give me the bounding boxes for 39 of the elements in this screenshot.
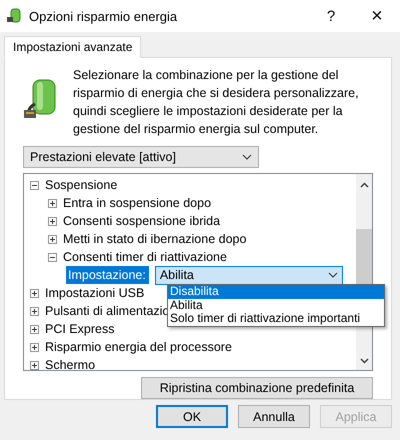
setting-dropdown[interactable]: Abilita xyxy=(154,266,343,284)
battery-plug-icon xyxy=(6,8,22,24)
tree-item[interactable]: Schermo xyxy=(45,358,96,371)
expand-icon[interactable] xyxy=(30,306,39,316)
scroll-up-icon[interactable] xyxy=(360,182,368,188)
help-button[interactable]: ? xyxy=(308,0,354,32)
tree-item[interactable]: Pulsanti di alimentazio xyxy=(45,304,170,318)
tree-item[interactable]: Consenti timer di riattivazione xyxy=(63,250,227,264)
close-button[interactable]: × xyxy=(354,0,400,32)
collapse-icon[interactable] xyxy=(30,180,39,190)
plan-dropdown[interactable]: Prestazioni elevate [attivo] xyxy=(23,146,259,168)
tree-item[interactable]: Metti in stato di ibernazione dopo xyxy=(63,232,246,246)
tab[interactable]: Impostazioni avanzate xyxy=(4,36,142,58)
tree-item[interactable]: PCI Express xyxy=(45,322,114,336)
tree-item[interactable]: Risparmio energia del processore xyxy=(45,340,232,354)
expand-icon[interactable] xyxy=(48,216,57,226)
expand-icon[interactable] xyxy=(30,324,39,334)
collapse-icon[interactable] xyxy=(48,252,57,262)
chevron-icon xyxy=(328,272,338,278)
expand-icon[interactable] xyxy=(30,288,39,298)
tree-item[interactable]: Consenti sospensione ibrida xyxy=(63,214,220,228)
expand-icon[interactable] xyxy=(48,234,57,244)
dialog-button[interactable]: OK xyxy=(156,405,228,428)
dropdown-option[interactable]: Disabilita xyxy=(168,285,384,298)
dropdown-option[interactable]: Abilita xyxy=(168,298,384,312)
tree-item[interactable]: Impostazioni USB xyxy=(45,286,144,300)
window-title: Opzioni risparmio energia xyxy=(29,8,178,24)
dropdown-option[interactable]: Solo timer di riattivazione importanti xyxy=(168,312,384,326)
restore-defaults-button[interactable]: Ripristina combinazione predefinita xyxy=(141,377,373,399)
expand-icon[interactable] xyxy=(30,342,39,352)
setting-label: Impostazione: xyxy=(66,266,149,284)
dialog-button[interactable]: Annulla xyxy=(238,405,310,428)
scroll-down-icon[interactable] xyxy=(360,358,368,364)
expand-icon[interactable] xyxy=(30,360,39,370)
tree-item[interactable]: Sospensione xyxy=(45,178,118,192)
tree-item[interactable]: Entra in sospensione dopo xyxy=(63,196,212,210)
chevron-icon xyxy=(242,154,252,160)
expand-icon[interactable] xyxy=(48,198,57,208)
description-text: Selezionare la combinazione per la gestione del risparmio di energia che si desidera personalizzare, quindi scegliere le impostazioni desiderate per la gestione del risparmio energia sul computer. xyxy=(73,67,360,138)
